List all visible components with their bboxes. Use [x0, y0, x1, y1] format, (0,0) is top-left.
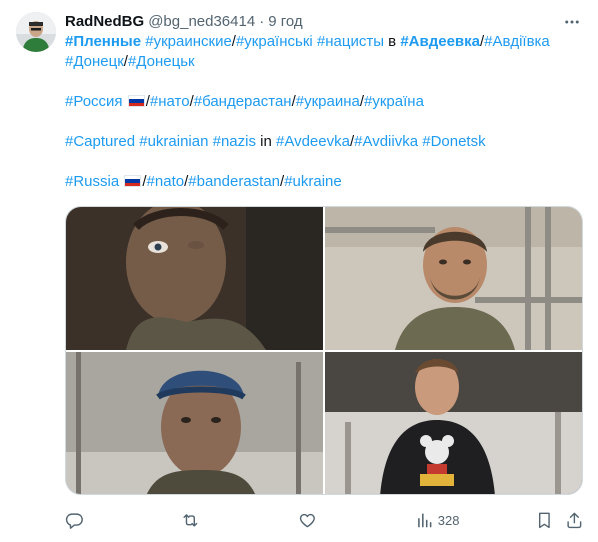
text-line-1: #Пленные #украинские/#українські #нацист… — [65, 32, 585, 52]
russia-flag-icon — [124, 175, 142, 187]
hashtag-link[interactable]: #нацисты — [317, 33, 384, 50]
retweet-icon — [183, 513, 198, 527]
author-name[interactable]: RadNedBG — [65, 12, 144, 32]
retweet-button[interactable] — [181, 510, 200, 530]
text-line-5: #Russia /#nato/#banderastan/#ukraine — [65, 172, 585, 192]
tweet-header: RadNedBG @bg_ned36414 · 9 год — [65, 12, 582, 32]
hashtag-link[interactable]: #Пленные — [65, 33, 141, 50]
share-button[interactable] — [565, 510, 584, 530]
text-segment: в — [384, 33, 401, 50]
reply-button[interactable] — [65, 510, 84, 530]
avatar[interactable] — [16, 12, 56, 52]
russia-flag-icon — [127, 95, 145, 107]
photo-4[interactable] — [325, 352, 582, 494]
hashtag-link[interactable]: #banderastan — [188, 173, 280, 190]
hashtag-link[interactable]: #nato — [147, 173, 185, 190]
media-grid — [65, 206, 583, 495]
text-line-4: #Captured #ukrainian #nazis in #Avdeevka… — [65, 132, 585, 152]
views-button[interactable]: 328 — [415, 510, 459, 530]
hashtag-link[interactable]: #бандерастан — [194, 93, 292, 110]
views-count: 328 — [437, 512, 460, 528]
bookmark-icon — [538, 512, 550, 528]
hashtag-link[interactable]: #ukrainian — [139, 133, 208, 150]
views-icon — [418, 512, 432, 528]
hashtag-link[interactable]: #україна — [364, 93, 424, 110]
hashtag-link[interactable]: #Captured — [65, 133, 135, 150]
hashtag-link[interactable]: #Авдіївка — [484, 33, 550, 50]
hashtag-link[interactable]: #украинские — [145, 33, 232, 50]
hashtag-link[interactable]: #Донецк — [65, 53, 124, 70]
hashtag-link[interactable]: #Avdeevka — [276, 133, 350, 150]
separator-dot: · — [259, 13, 265, 30]
author-handle[interactable]: @bg_ned36414 — [148, 12, 255, 32]
tweet-text: #Пленные #украинские/#українські #нацист… — [65, 32, 585, 192]
bookmark-button[interactable] — [535, 510, 554, 530]
photo-3[interactable] — [66, 352, 323, 494]
action-bar: 328 — [65, 508, 585, 532]
hashtag-link[interactable]: #Russia — [65, 173, 119, 190]
hashtag-link[interactable]: #украина — [296, 93, 360, 110]
text-line-2: #Донецк/#Донецьк — [65, 52, 585, 72]
text-line-3: #Россия /#нато/#бандерастан/#украина/#ук… — [65, 92, 585, 112]
heart-icon — [299, 513, 315, 527]
hashtag-link[interactable]: #Авдеевка — [400, 33, 480, 50]
hashtag-link[interactable]: #Россия — [65, 93, 123, 110]
reply-icon — [65, 513, 83, 529]
tweet-timestamp[interactable]: 9 год — [268, 12, 302, 32]
more-options-icon[interactable] — [562, 12, 582, 32]
text-segment — [119, 173, 123, 190]
hashtag-link[interactable]: #Донецьк — [128, 53, 195, 70]
hashtag-link[interactable]: #Avdiivka — [354, 133, 418, 150]
hashtag-link[interactable]: #нато — [150, 93, 190, 110]
tweet[interactable]: RadNedBG @bg_ned36414 · 9 год #Пленные #… — [0, 0, 598, 542]
text-segment — [123, 93, 127, 110]
photo-2[interactable] — [325, 207, 582, 350]
text-segment: in — [255, 133, 276, 150]
hashtag-link[interactable]: #українські — [236, 33, 313, 50]
like-button[interactable] — [298, 510, 317, 530]
hashtag-link[interactable]: #Donetsk — [422, 133, 485, 150]
share-icon — [567, 512, 582, 528]
hashtag-link[interactable]: #ukraine — [284, 173, 342, 190]
photo-1[interactable] — [66, 207, 323, 350]
hashtag-link[interactable]: #nazis — [213, 133, 256, 150]
